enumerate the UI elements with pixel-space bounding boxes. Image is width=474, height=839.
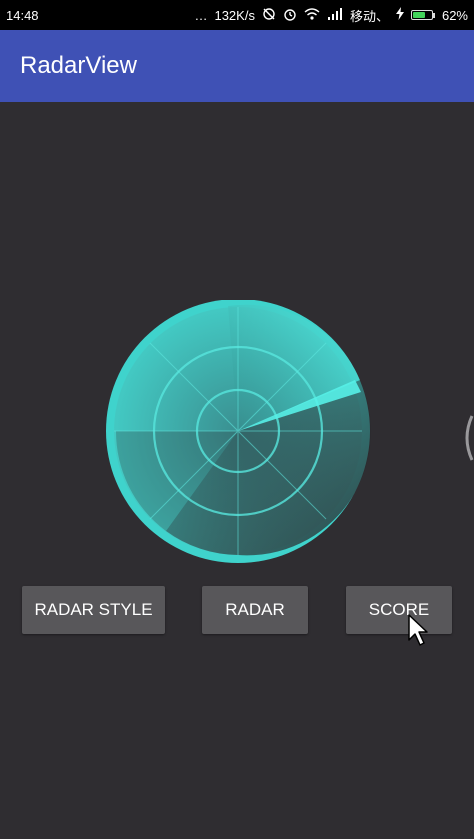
app-title: RadarView: [20, 52, 137, 79]
signal-icon: [327, 7, 343, 23]
main-content: RADAR STYLE RADAR SCORE: [0, 102, 474, 839]
battery-percent: 62%: [441, 7, 468, 23]
alarm-clock-icon: [283, 7, 297, 24]
mouse-pointer-icon: [408, 614, 428, 646]
overflow-dots: …: [194, 7, 208, 23]
radar-button[interactable]: RADAR: [202, 586, 308, 634]
score-button[interactable]: SCORE: [346, 586, 452, 634]
app-bar: RadarView: [0, 30, 474, 102]
status-bar: 14:48 … 132K/s 移动、 62%: [0, 0, 474, 30]
charging-icon: [395, 7, 404, 23]
radar-style-button[interactable]: RADAR STYLE: [22, 586, 165, 634]
status-time: 14:48: [6, 7, 39, 23]
edge-glow-indicator: [465, 415, 474, 461]
wifi-icon: [304, 7, 320, 24]
alarm-off-icon: [262, 7, 276, 24]
radar-view: [106, 300, 372, 563]
battery-icon: [410, 10, 435, 20]
carrier-label: 移动、: [349, 8, 389, 24]
network-speed: 132K/s: [214, 7, 255, 23]
status-icons: … 132K/s 移动、 62%: [194, 6, 468, 25]
